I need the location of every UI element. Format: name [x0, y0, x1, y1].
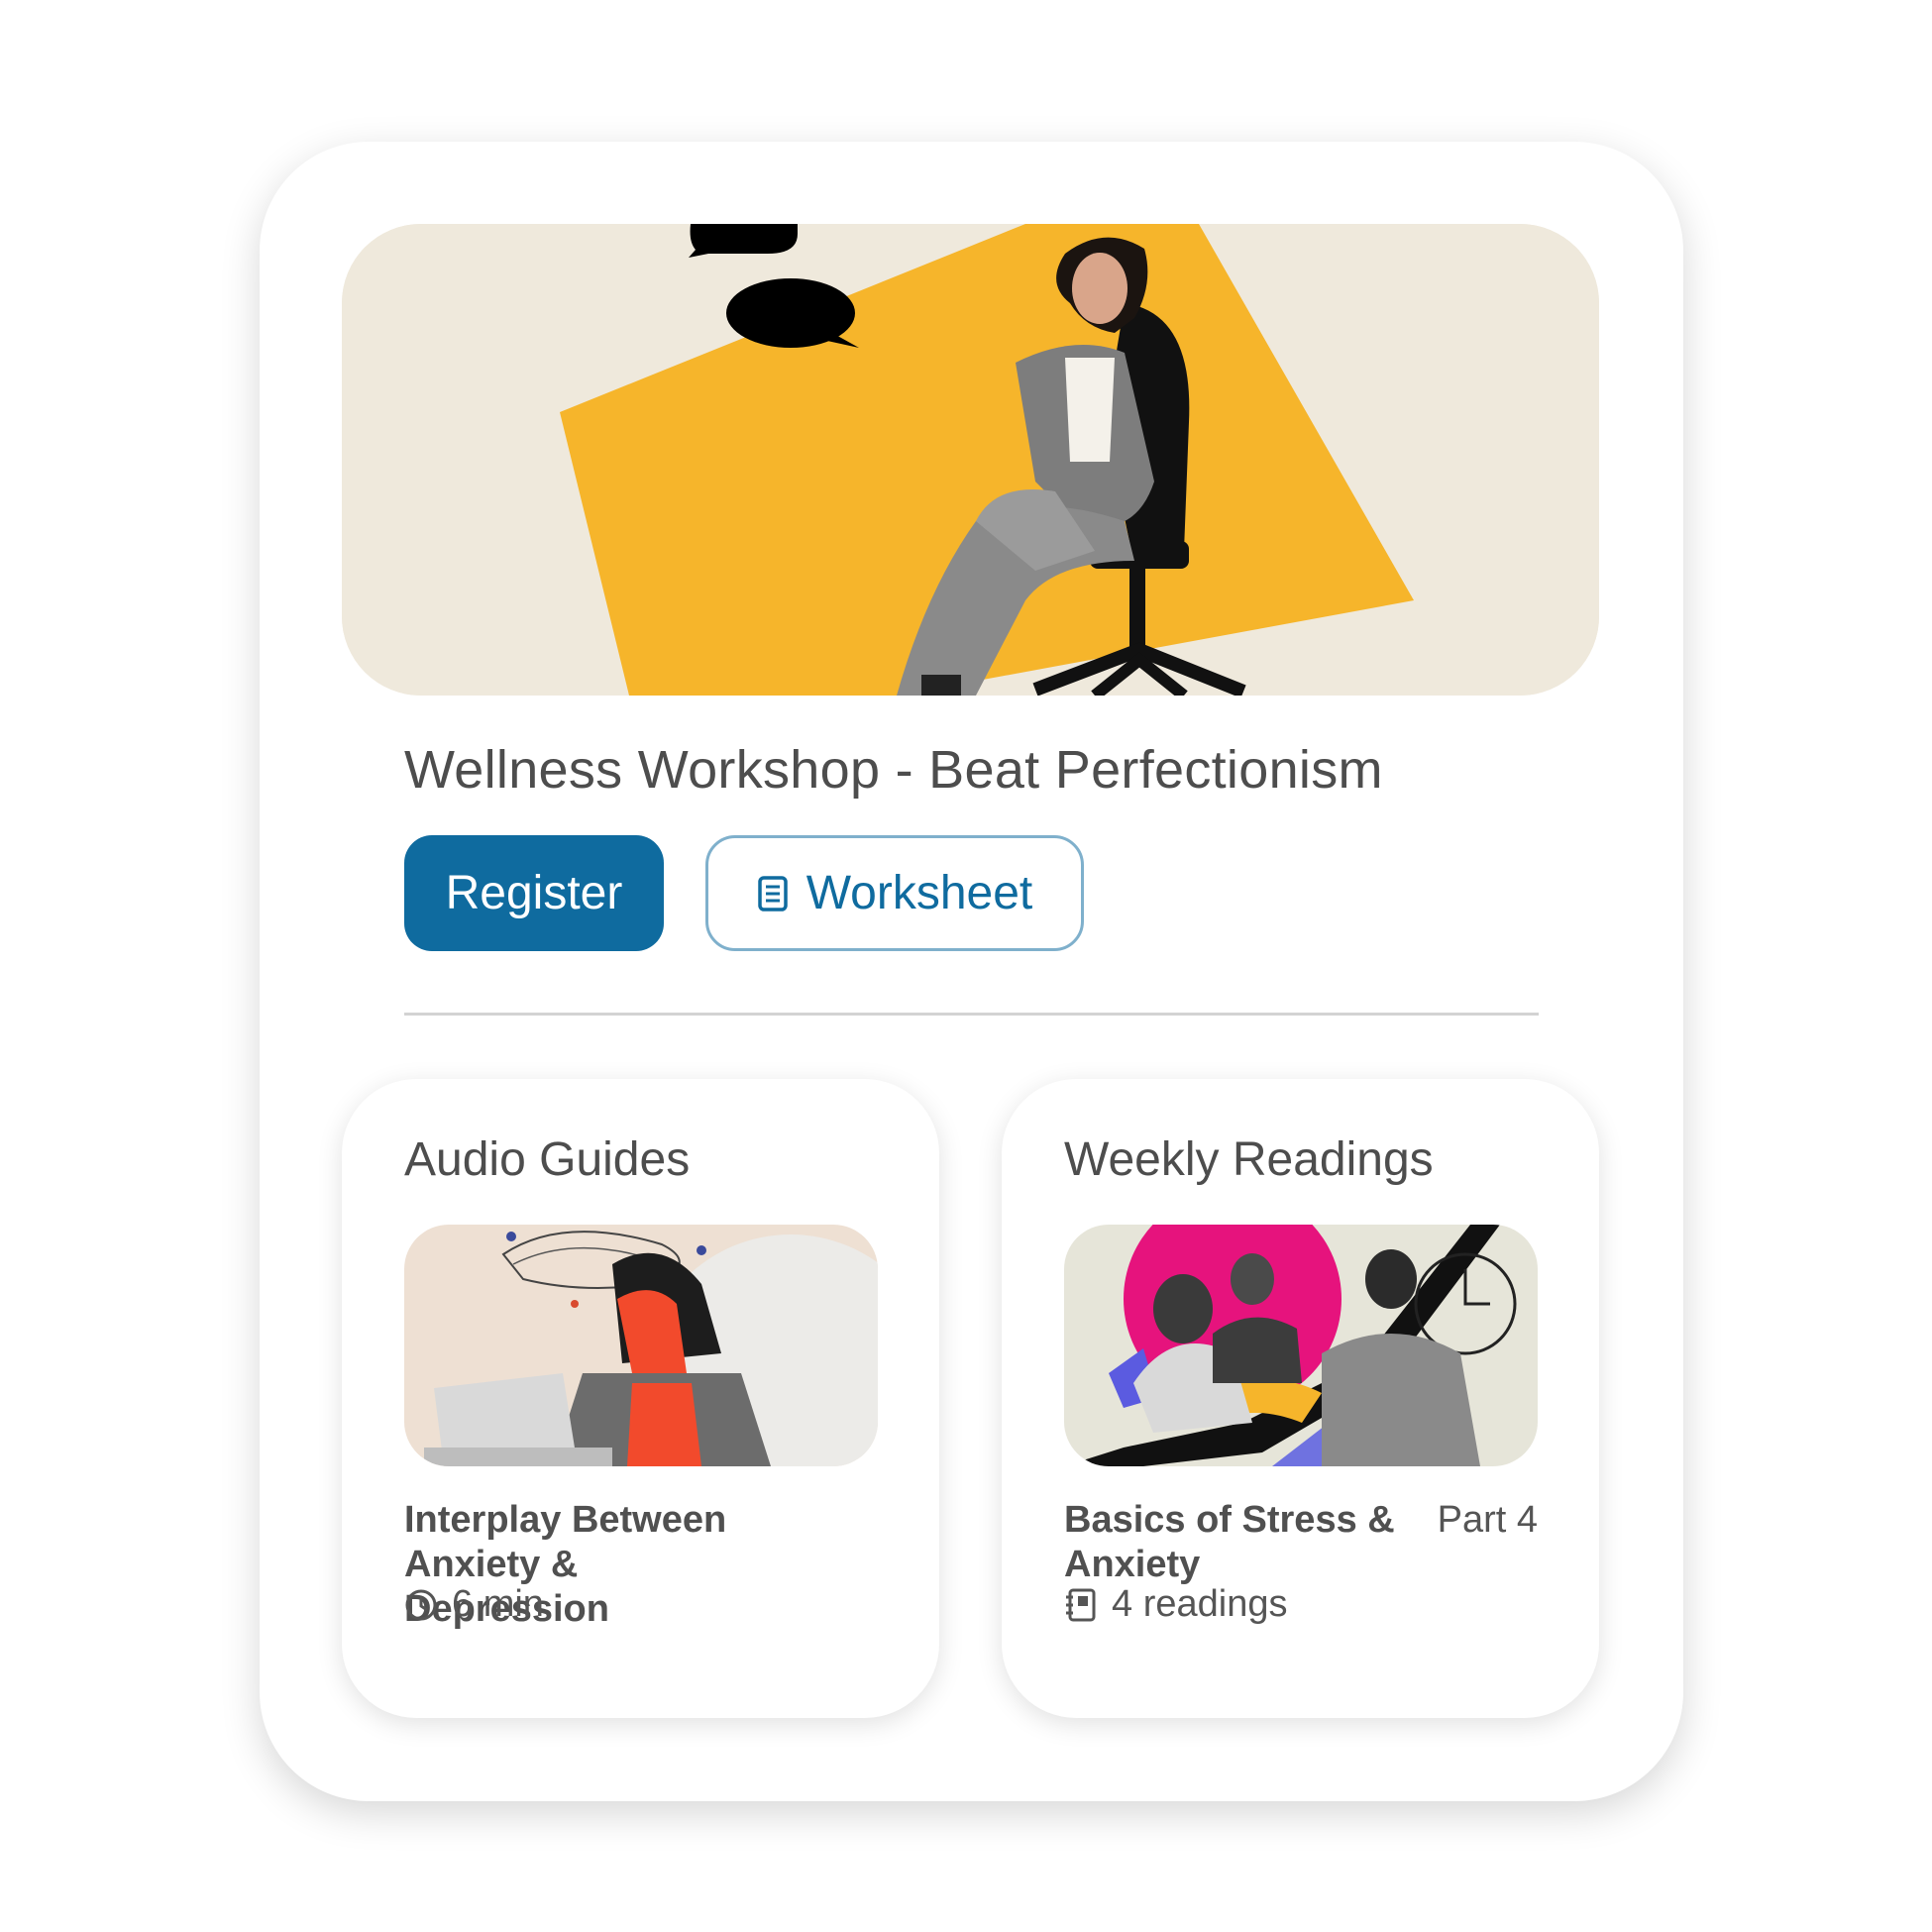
divider — [404, 1013, 1539, 1016]
duration-text: 6 min — [452, 1583, 544, 1625]
register-button[interactable]: Register — [404, 835, 664, 951]
clock-icon — [404, 1588, 438, 1622]
hero-image — [342, 224, 1599, 696]
audio-guides-card[interactable]: Audio Guides Interplay Between Anxiety &… — [342, 1079, 939, 1718]
weekly-readings-card[interactable]: Weekly Readings Basics of Stress & Anxie… — [1002, 1079, 1599, 1718]
audio-duration: 6 min — [404, 1583, 544, 1626]
document-icon — [757, 875, 789, 912]
audio-guides-title: Audio Guides — [404, 1133, 691, 1186]
worksheet-label: Worksheet — [805, 867, 1033, 919]
workshop-card: Wellness Workshop - Beat Perfectionism R… — [260, 142, 1683, 1801]
readings-count: 4 readings — [1064, 1583, 1287, 1626]
readings-count-text: 4 readings — [1112, 1583, 1288, 1625]
workshop-title: Wellness Workshop - Beat Perfectionism — [404, 740, 1383, 800]
weekly-readings-title: Weekly Readings — [1064, 1133, 1434, 1186]
book-icon — [1064, 1587, 1098, 1623]
readings-item-title: Basics of Stress & Anxiety — [1064, 1499, 1395, 1585]
worksheet-button[interactable]: Worksheet — [705, 835, 1084, 951]
audio-guide-thumbnail — [404, 1225, 878, 1466]
readings-part-label: Part 4 — [1437, 1499, 1538, 1541]
weekly-readings-thumbnail — [1064, 1225, 1538, 1466]
